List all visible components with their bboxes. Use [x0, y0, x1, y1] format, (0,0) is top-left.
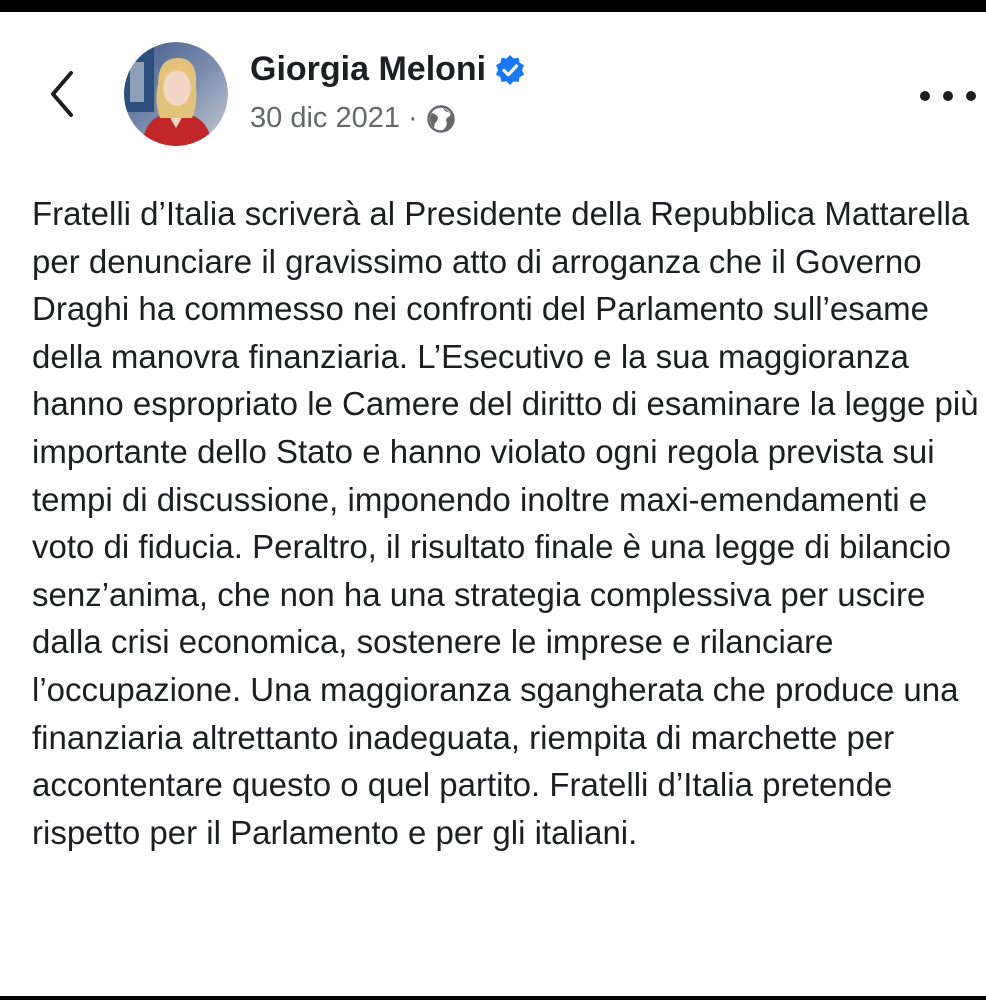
more-options-button[interactable]	[920, 82, 976, 110]
back-button[interactable]	[36, 58, 88, 130]
chevron-left-icon	[51, 71, 73, 117]
meta-separator: ·	[407, 102, 418, 134]
more-dot	[943, 91, 953, 101]
post-text: Fratelli d’Italia scriverà al Presidente…	[32, 195, 979, 851]
globe-icon	[426, 104, 455, 133]
status-bar-edge	[0, 0, 986, 12]
more-dot	[920, 91, 930, 101]
bottom-edge	[0, 996, 986, 1000]
verified-badge-icon	[494, 54, 526, 86]
author-name-row: Giorgia Meloni	[250, 50, 526, 89]
post-date[interactable]: 30 dic 2021	[250, 102, 400, 135]
post-meta: 30 dic 2021 ·	[250, 102, 456, 135]
more-dot	[966, 91, 976, 101]
profile-photo	[124, 42, 228, 146]
avatar[interactable]	[124, 42, 228, 146]
author-name[interactable]: Giorgia Meloni	[250, 50, 486, 89]
